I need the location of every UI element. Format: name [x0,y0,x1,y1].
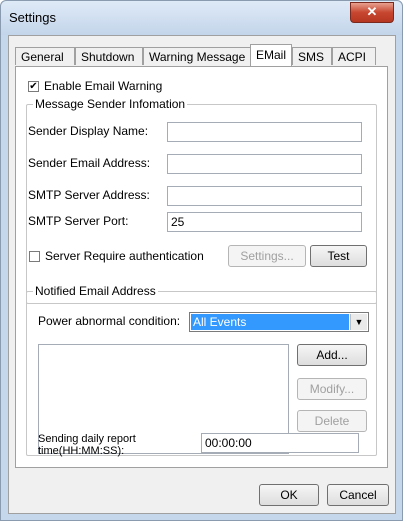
display-name-label: Sender Display Name: [28,124,149,138]
modify-email-button[interactable]: Modify... [297,378,367,400]
power-condition-select[interactable]: All Events ▼ [189,312,369,332]
daily-report-time-input[interactable]: 00:00:00 [201,433,359,453]
close-button[interactable]: ✕ [350,2,394,23]
daily-report-label-block: Sending daily report time(HH:MM:SS): [38,433,136,457]
sender-info-group: Message Sender Infomation Sender Display… [26,97,377,304]
title-bar[interactable]: Settings ✕ [1,1,402,35]
sender-info-legend: Message Sender Infomation [33,97,188,111]
daily-report-label-line-2: time(HH:MM:SS): [38,445,125,457]
window-title: Settings [9,10,56,25]
notified-email-legend: Notified Email Address [33,284,158,298]
server-auth-checkbox[interactable] [29,251,40,262]
enable-email-label: Enable Email Warning [44,79,163,93]
sender-email-input[interactable] [167,154,362,174]
power-condition-value: All Events [191,314,349,330]
sender-display-name-input[interactable] [167,122,362,142]
ok-button[interactable]: OK [259,484,319,506]
power-condition-label: Power abnormal condition: [38,314,181,328]
smtp-port-label: SMTP Server Port: [28,214,129,228]
dialog-client-area: General Shutdown Warning Message EMail S… [8,35,396,514]
add-email-button[interactable]: Add... [297,344,367,366]
test-button[interactable]: Test [310,245,367,267]
cancel-button[interactable]: Cancel [327,484,389,506]
close-icon: ✕ [366,4,378,19]
tab-general[interactable]: General [15,47,75,65]
chevron-down-icon[interactable]: ▼ [350,314,367,330]
email-tab-panel: ✔ Enable Email Warning Message Sender In… [15,66,388,468]
tab-sms[interactable]: SMS [292,47,332,65]
notified-email-group: Notified Email Address Power abnormal co… [26,284,377,456]
tab-shutdown[interactable]: Shutdown [75,47,143,65]
delete-email-button[interactable]: Delete [297,410,367,432]
tab-warning-message[interactable]: Warning Message [143,47,252,65]
smtp-port-input[interactable]: 25 [167,212,362,232]
smtp-server-label: SMTP Server Address: [28,188,150,202]
enable-email-checkbox[interactable]: ✔ [28,81,39,92]
check-icon: ✔ [29,81,38,92]
smtp-server-input[interactable] [167,186,362,206]
settings-window: Settings ✕ General Shutdown Warning Mess… [0,0,403,521]
daily-report-label-line-1: Sending daily report [38,433,136,445]
tab-acpi[interactable]: ACPI [332,47,376,65]
email-address-label: Sender Email Address: [28,156,151,170]
tab-email[interactable]: EMail [250,44,292,66]
server-auth-label: Server Require authentication [45,249,204,263]
auth-settings-button[interactable]: Settings... [228,245,306,267]
